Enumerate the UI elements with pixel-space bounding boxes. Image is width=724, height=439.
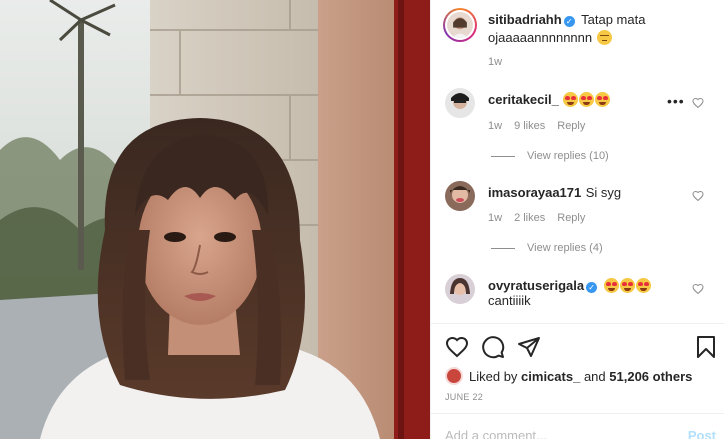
- commenter-avatar-image: [445, 274, 475, 304]
- replies-line: [491, 247, 515, 249]
- liker-avatar[interactable]: [445, 367, 463, 385]
- reply-button[interactable]: Reply: [557, 212, 585, 224]
- heart-eyes-emoji-icon: [603, 278, 619, 293]
- comment-username[interactable]: ovyratuserigala: [488, 278, 584, 293]
- more-options-icon[interactable]: •••: [667, 93, 685, 109]
- comment-username[interactable]: ceritakecil_: [488, 92, 559, 107]
- heart-eyes-emoji-icon: [563, 92, 579, 107]
- comment-meta: 1w 2 likes Reply: [488, 212, 597, 224]
- liker-username[interactable]: cimicats_: [521, 369, 580, 384]
- verified-badge-icon: ✓: [563, 16, 575, 27]
- comment-likes-count[interactable]: 2 likes: [514, 212, 545, 224]
- section-divider: [431, 323, 724, 324]
- paper-plane-icon[interactable]: [517, 335, 541, 359]
- comment-text: cantiiiik: [488, 293, 531, 308]
- heart-eyes-emoji-icon: [619, 278, 635, 293]
- comment-like-heart-icon[interactable]: [692, 283, 704, 295]
- post-image: [0, 0, 430, 439]
- comment-likes-count[interactable]: 9 likes: [514, 120, 545, 132]
- comment-1: ceritakecil_: [488, 91, 611, 109]
- heart-eyes-emoji-icon: [635, 278, 651, 293]
- comment-text: Si syg: [585, 185, 622, 200]
- replies-line: [491, 155, 515, 157]
- section-divider: [431, 413, 724, 414]
- likes-summary: Liked by cimicats_ and 51,206 others: [445, 367, 692, 385]
- view-replies-label: View replies (4): [527, 242, 603, 254]
- post-comment-button[interactable]: Post: [688, 428, 716, 439]
- comments-panel: sitibadriahh ✓ Tatap mata ojaaaaannnnnnnn…: [430, 0, 724, 439]
- likes-prefix: Liked by: [469, 369, 518, 384]
- comment-bubble-icon[interactable]: [481, 335, 505, 359]
- commenter-avatar[interactable]: [445, 88, 475, 118]
- heart-eyes-emoji-icon: [595, 92, 611, 107]
- comment-like-heart-icon[interactable]: [692, 97, 704, 109]
- post-photo[interactable]: [0, 0, 430, 439]
- view-replies-button[interactable]: View replies (10): [491, 150, 609, 162]
- comment-username[interactable]: imasorayaa171: [488, 185, 581, 200]
- flushed-face-emoji-icon: [596, 30, 612, 45]
- author-avatar[interactable]: [443, 8, 477, 42]
- post-date: JUNE 22: [445, 392, 484, 402]
- comment-2: imasorayaa171 Si syg: [488, 184, 621, 202]
- author-username[interactable]: sitibadriahh: [488, 12, 562, 27]
- view-replies-button[interactable]: View replies (4): [491, 242, 603, 254]
- heart-eyes-emoji-icon: [579, 92, 595, 107]
- comment-like-heart-icon[interactable]: [692, 190, 704, 202]
- bookmark-icon[interactable]: [695, 335, 717, 359]
- comment-age: 1w: [488, 120, 503, 132]
- commenter-avatar[interactable]: [445, 274, 475, 304]
- reply-button[interactable]: Reply: [557, 120, 585, 132]
- verified-badge-icon: ✓: [586, 282, 598, 293]
- author-avatar-image: [447, 12, 473, 38]
- view-replies-label: View replies (10): [527, 150, 609, 162]
- caption: sitibadriahh ✓ Tatap mata ojaaaaannnnnnnn: [488, 11, 713, 47]
- likes-count[interactable]: 51,206 others: [609, 369, 692, 384]
- like-heart-icon[interactable]: [445, 335, 469, 359]
- commenter-avatar[interactable]: [445, 181, 475, 211]
- comment-meta: 1w 9 likes Reply: [488, 120, 597, 132]
- caption-meta: 1w: [488, 56, 514, 68]
- commenter-avatar-image: [445, 181, 475, 211]
- commenter-avatar-image: [445, 88, 475, 118]
- caption-age: 1w: [488, 56, 503, 68]
- likes-middle: and: [583, 369, 606, 384]
- comment-age: 1w: [488, 212, 503, 224]
- add-comment-input[interactable]: Add a comment...: [445, 428, 547, 439]
